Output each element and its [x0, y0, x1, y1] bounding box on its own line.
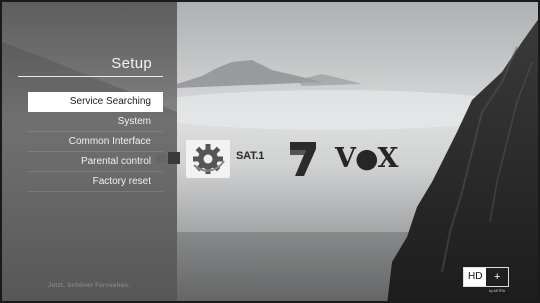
- menu-item-parental-control[interactable]: Parental control: [28, 152, 163, 172]
- tagline: Jetzt. Schöner Fernsehen.: [48, 283, 131, 289]
- gear-tile[interactable]: [186, 140, 230, 178]
- setup-sidebar: Setup Service Searching System Common In…: [2, 2, 177, 301]
- pro7-logo-icon[interactable]: [288, 140, 318, 178]
- hdplus-badge: HD +: [463, 267, 509, 287]
- setup-menu: Service Searching System Common Interfac…: [28, 92, 163, 192]
- menu-item-factory-reset[interactable]: Factory reset: [28, 172, 163, 192]
- vox-logo[interactable]: V●X: [335, 143, 398, 174]
- hd-label: HD: [464, 268, 487, 286]
- tv-screen: Setup Service Searching System Common In…: [0, 0, 540, 303]
- menu-item-service-searching[interactable]: Service Searching: [28, 92, 163, 112]
- menu-item-common-interface[interactable]: Common Interface: [28, 132, 163, 152]
- partial-channel-logo-icon: [156, 152, 180, 164]
- gear-icon: [193, 144, 225, 174]
- sat1-logo[interactable]: SAT.1: [236, 150, 264, 162]
- title-divider: [18, 76, 163, 77]
- menu-item-system[interactable]: System: [28, 112, 163, 132]
- page-title: Setup: [111, 55, 152, 72]
- astra-label: by ASTRA: [489, 289, 506, 293]
- plus-label: +: [494, 271, 501, 283]
